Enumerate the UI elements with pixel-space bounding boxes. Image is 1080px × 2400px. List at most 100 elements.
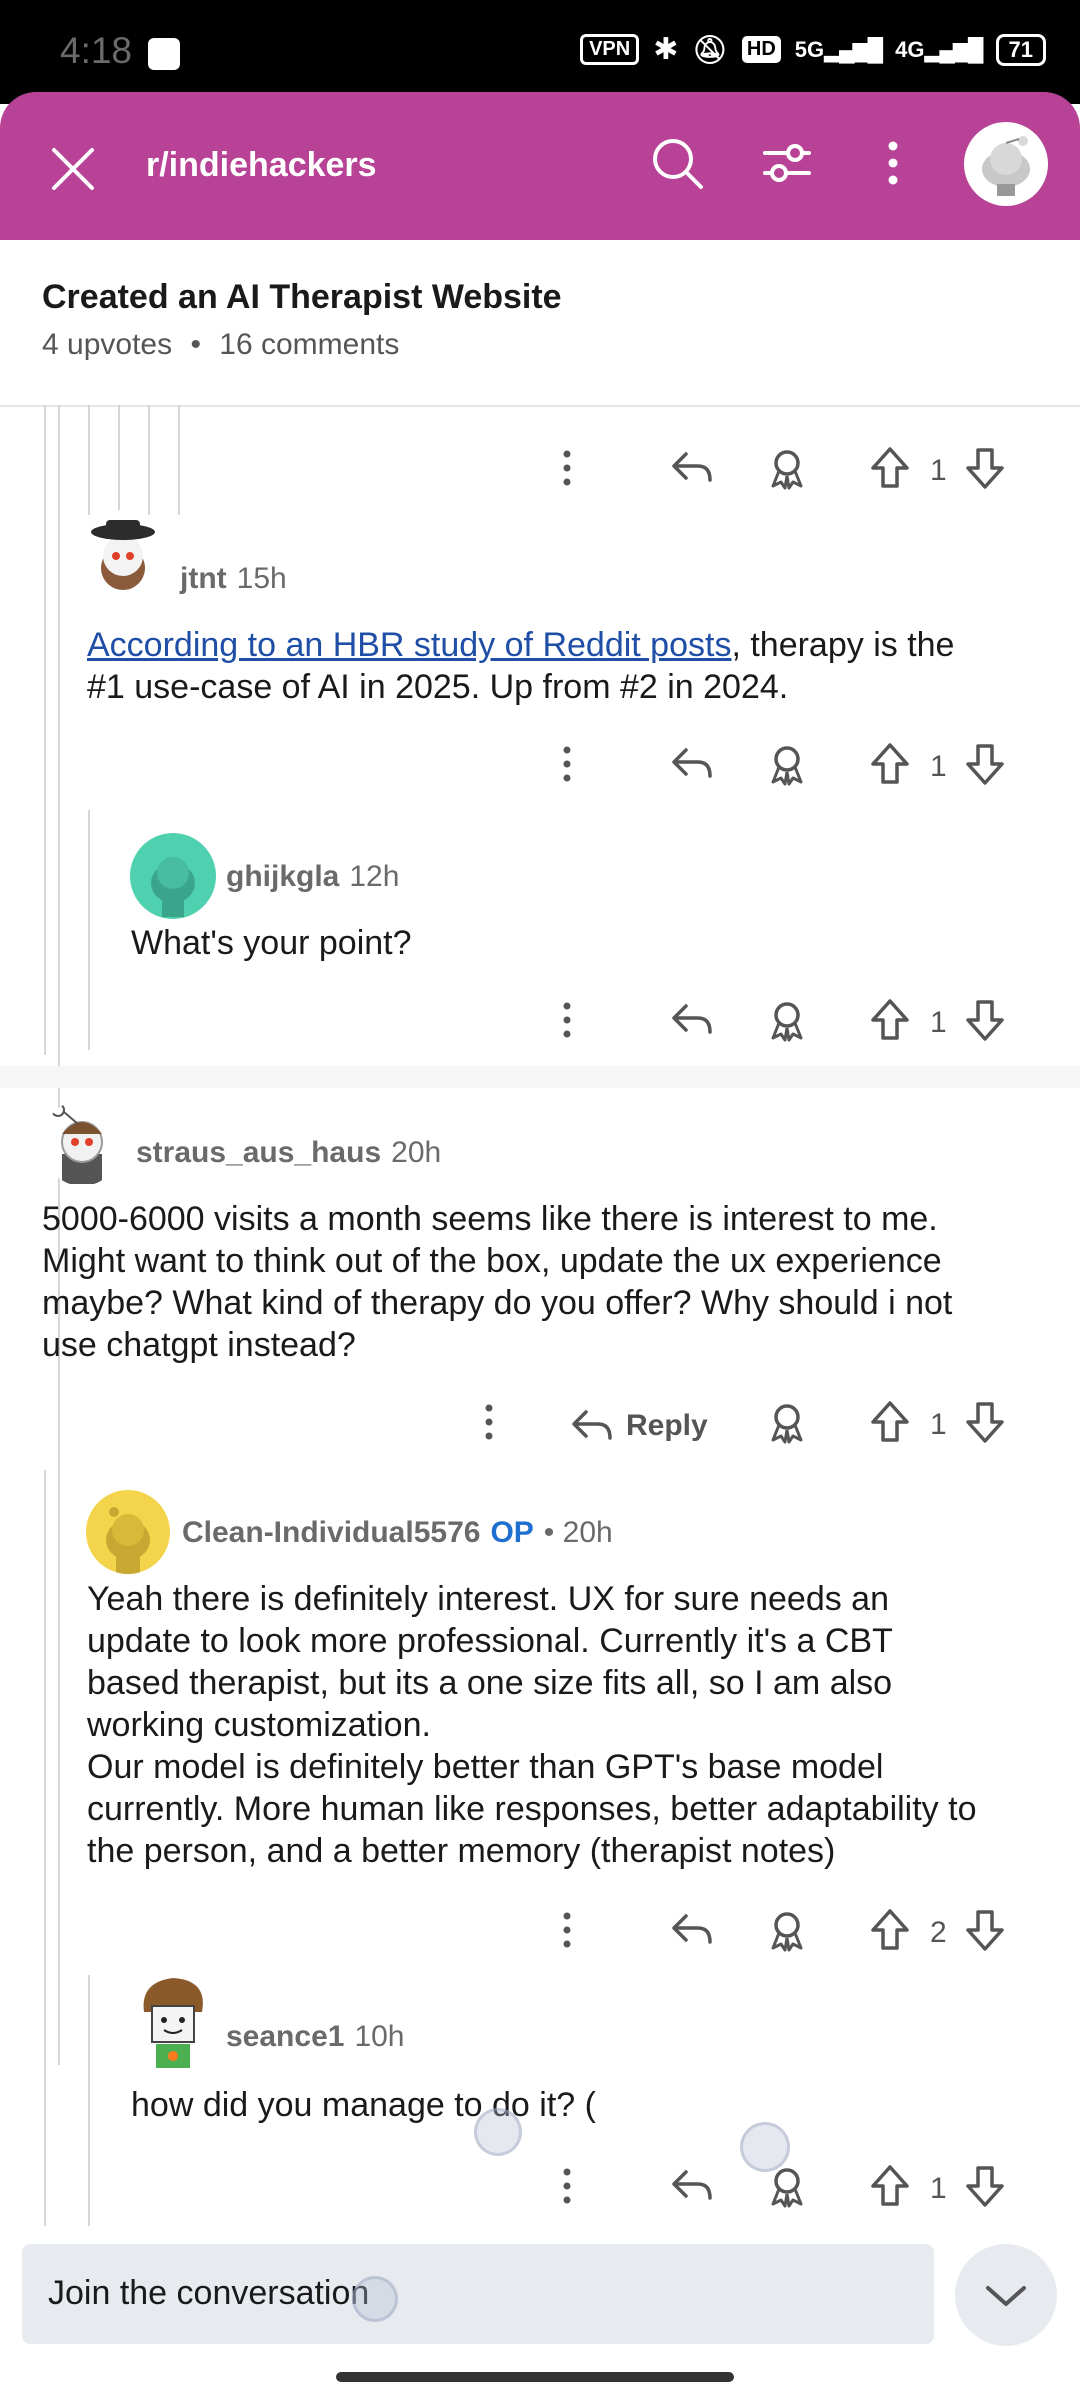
user-avatar-button[interactable]: [964, 122, 1048, 206]
comment-username[interactable]: Clean-Individual5576: [182, 1516, 480, 1550]
reply-button[interactable]: [670, 1000, 714, 1048]
more-options-button[interactable]: [560, 744, 574, 792]
comment-username[interactable]: seance1: [226, 2020, 344, 2054]
comment-text-line: update to look more professional. Curren…: [87, 1622, 893, 1660]
network-5g-label: 5G: [794, 36, 825, 62]
reply-button[interactable]: [670, 2166, 714, 2214]
comment-text-line: Might want to think out of the box, upda…: [42, 1242, 942, 1280]
battery-level: 71: [1008, 36, 1033, 62]
sort-filter-button[interactable]: [754, 130, 820, 196]
comment-body: What's your point?: [131, 924, 412, 962]
downvote-button[interactable]: [965, 446, 1005, 498]
avatar[interactable]: [42, 1100, 122, 1186]
more-vert-icon: [563, 1002, 571, 1038]
award-button[interactable]: [765, 446, 809, 498]
collapse-button[interactable]: [955, 2244, 1057, 2346]
upvote-button[interactable]: [870, 1400, 910, 1452]
thread-line: [118, 405, 120, 515]
comment-username[interactable]: ghijkgla: [226, 860, 339, 894]
downvote-button[interactable]: [965, 1400, 1005, 1452]
reply-icon: [672, 2170, 712, 2200]
award-icon: [771, 1912, 803, 1952]
avatar-icon: [151, 857, 195, 917]
upvote-icon: [871, 447, 909, 488]
upvote-button[interactable]: [870, 1908, 910, 1960]
award-button[interactable]: [765, 998, 809, 1050]
thread-line: [148, 405, 150, 515]
comment-text: , therapy is the: [731, 626, 955, 664]
award-icon: [771, 450, 803, 490]
vote-count: 1: [930, 454, 947, 487]
status-icons: VPN ✱ 🔕︎ HD 5G▂▄▆█ 4G▂▄▆█ 71: [580, 32, 1046, 67]
downvote-button[interactable]: [965, 998, 1005, 1050]
avatar[interactable]: [130, 833, 216, 919]
comment-text-line: maybe? What kind of therapy do you offer…: [42, 1284, 953, 1322]
join-conversation-input[interactable]: Join the conversation: [22, 2244, 934, 2344]
award-button[interactable]: [765, 1400, 809, 1452]
award-button[interactable]: [765, 742, 809, 794]
comment-username[interactable]: straus_aus_haus: [136, 1136, 381, 1170]
upvote-button[interactable]: [870, 998, 910, 1050]
mute-icon: 🔕︎: [692, 34, 728, 65]
downvote-button[interactable]: [965, 742, 1005, 794]
award-button[interactable]: [765, 1908, 809, 1960]
avatar[interactable]: [130, 1972, 216, 2072]
vote-count: 1: [930, 2172, 947, 2205]
post-summary: Created an AI Therapist Website 4 upvote…: [0, 240, 1080, 407]
comment-link[interactable]: According to an HBR study of Reddit post…: [87, 626, 731, 664]
chevron-down-icon: [986, 2286, 1026, 2306]
composer-placeholder: Join the conversation: [48, 2274, 370, 2312]
comment-text-line: currently. More human like responses, be…: [87, 1790, 977, 1828]
thread-line: [88, 1975, 90, 2240]
comment-username[interactable]: jtnt: [180, 562, 227, 596]
upvote-button[interactable]: [870, 446, 910, 498]
comment-time: 10h: [354, 2020, 405, 2053]
downvote-icon: [966, 744, 1004, 785]
more-vert-icon: [485, 1404, 493, 1440]
search-button[interactable]: [644, 130, 710, 196]
close-button[interactable]: [38, 134, 108, 204]
upvote-button[interactable]: [870, 742, 910, 794]
reply-button[interactable]: [670, 448, 714, 496]
comment-text-line: Yeah there is definitely interest. UX fo…: [87, 1580, 889, 1618]
thread-line: [88, 405, 90, 515]
comment-header: Clean-Individual5576 OP • 20h: [182, 1516, 613, 1550]
more-options-button[interactable]: [560, 448, 574, 496]
more-options-button[interactable]: [868, 130, 918, 196]
more-options-button[interactable]: [482, 1402, 496, 1450]
avatar-icon: [982, 136, 1030, 196]
upvote-icon: [871, 999, 909, 1040]
downvote-button[interactable]: [965, 1908, 1005, 1960]
avatar[interactable]: [86, 1490, 170, 1574]
upvote-button[interactable]: [870, 2164, 910, 2216]
reply-button[interactable]: [670, 744, 714, 792]
downvote-icon: [966, 448, 1004, 489]
downvote-button[interactable]: [965, 2164, 1005, 2216]
meta-separator: •: [190, 328, 201, 361]
comment-actions: 1: [560, 2160, 1020, 2220]
award-button[interactable]: [765, 2164, 809, 2216]
avatar-icon: [106, 1507, 150, 1574]
comment-text-line: the person, and a better memory (therapi…: [87, 1832, 836, 1870]
avatar[interactable]: [80, 510, 166, 596]
subreddit-title[interactable]: r/indiehackers: [146, 146, 377, 185]
vote-count: 1: [930, 750, 947, 783]
more-options-button[interactable]: [560, 2166, 574, 2214]
touch-indicator: [474, 2108, 522, 2156]
more-vert-icon: [563, 1912, 571, 1948]
comment-text-line: working customization.: [87, 1706, 431, 1744]
reply-icon: [572, 1410, 612, 1440]
more-options-button[interactable]: [560, 1000, 574, 1048]
comment-actions: 1: [560, 994, 1020, 1054]
reply-button[interactable]: [670, 1910, 714, 1958]
more-options-button[interactable]: [560, 1910, 574, 1958]
reply-button[interactable]: Reply: [570, 1406, 708, 1446]
comment-text-line: use chatgpt instead?: [42, 1326, 356, 1364]
comment-header: ghijkgla 12h: [226, 860, 399, 894]
reply-icon: [672, 748, 712, 778]
comment-header: seance1 10h: [226, 2020, 405, 2054]
comment-body: 5000-6000 visits a month seems like ther…: [42, 1198, 1062, 1366]
thread-line: [88, 810, 90, 1050]
home-indicator[interactable]: [336, 2372, 734, 2382]
more-vert-icon: [888, 141, 898, 185]
